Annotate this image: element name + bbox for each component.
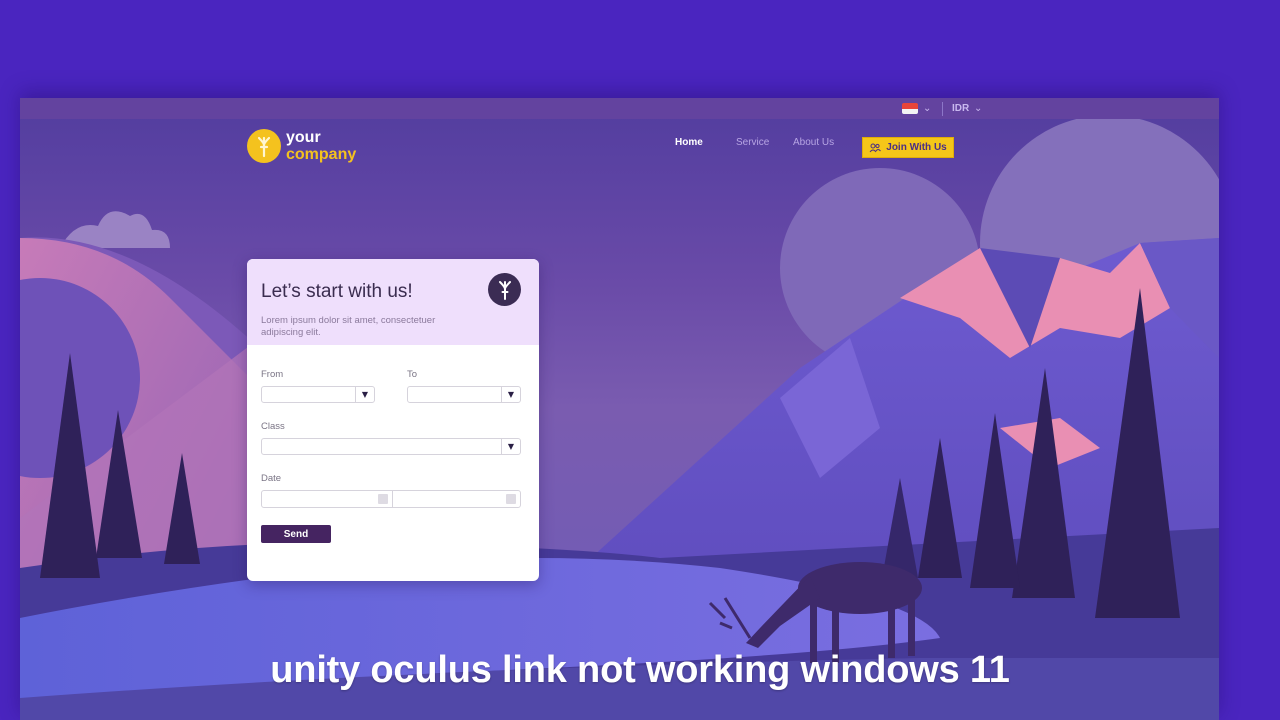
chevron-down-icon[interactable]: ⌄ bbox=[974, 103, 982, 114]
card-subtitle: Lorem ipsum dolor sit amet, consectetuer… bbox=[261, 315, 436, 338]
website-screenshot-frame: ⌄ IDR ⌄ your company Home Service About … bbox=[20, 98, 1219, 720]
nav-service[interactable]: Service bbox=[736, 137, 769, 148]
from-label: From bbox=[261, 369, 284, 380]
utility-bar bbox=[20, 98, 1219, 119]
dropdown-arrow-icon: ▼ bbox=[355, 387, 374, 402]
nav-home[interactable]: Home bbox=[675, 137, 703, 148]
landscape-illustration bbox=[20, 115, 1219, 720]
logo-text-line2: company bbox=[286, 146, 357, 163]
nav-about-us[interactable]: About Us bbox=[793, 137, 834, 148]
calendar-icon[interactable] bbox=[506, 494, 516, 504]
logo-badge-icon bbox=[247, 129, 281, 163]
send-button[interactable]: Send bbox=[261, 525, 331, 543]
company-emblem-icon bbox=[488, 273, 521, 306]
chevron-down-icon[interactable]: ⌄ bbox=[923, 103, 931, 114]
join-with-us-button[interactable]: Join With Us bbox=[862, 137, 954, 158]
to-label: To bbox=[407, 369, 418, 380]
to-select[interactable]: ▼ bbox=[407, 386, 521, 403]
divider bbox=[942, 102, 943, 116]
booking-form-card: Let’s start with us! Lorem ipsum dolor s… bbox=[247, 259, 539, 581]
date-start-input[interactable] bbox=[262, 491, 393, 507]
join-with-us-label: Join With Us bbox=[886, 142, 947, 153]
users-icon bbox=[869, 143, 882, 152]
calendar-icon[interactable] bbox=[378, 494, 388, 504]
indonesia-flag-icon[interactable] bbox=[902, 103, 918, 114]
logo-text-line1: your bbox=[286, 129, 321, 146]
date-range-input bbox=[261, 490, 521, 508]
dropdown-arrow-icon: ▼ bbox=[501, 387, 520, 402]
card-title: Let’s start with us! bbox=[261, 281, 413, 302]
card-header: Let’s start with us! Lorem ipsum dolor s… bbox=[247, 259, 539, 345]
company-logo[interactable]: your company bbox=[247, 129, 356, 163]
date-label: Date bbox=[261, 473, 282, 484]
date-end-input[interactable] bbox=[392, 491, 520, 507]
currency-selector[interactable]: IDR bbox=[952, 103, 969, 114]
class-select[interactable]: ▼ bbox=[261, 438, 521, 455]
dropdown-arrow-icon: ▼ bbox=[501, 439, 520, 454]
from-select[interactable]: ▼ bbox=[261, 386, 375, 403]
class-label: Class bbox=[261, 421, 285, 432]
caption-overlay: unity oculus link not working windows 11 bbox=[270, 649, 1010, 691]
